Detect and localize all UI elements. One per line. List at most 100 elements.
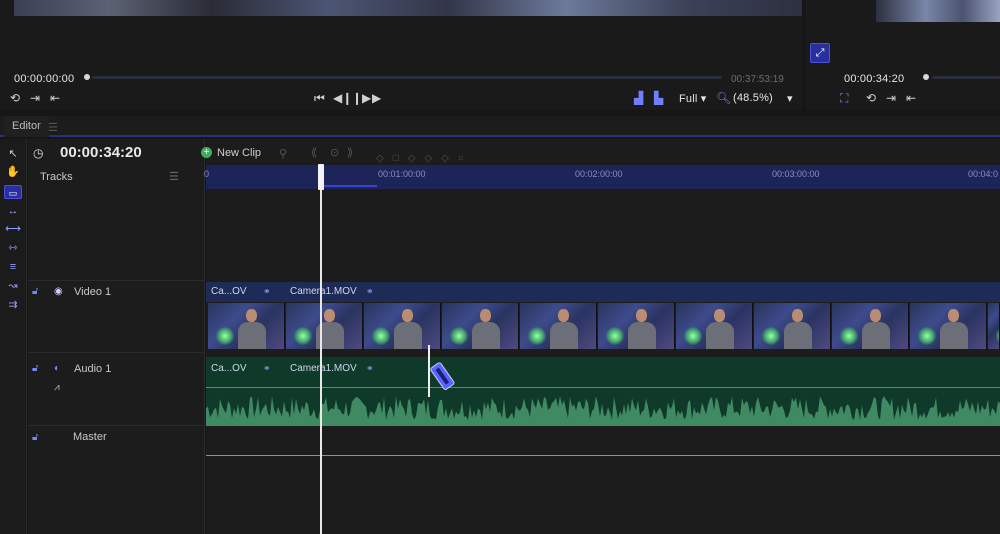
pointer-icon[interactable]: ↖ xyxy=(4,147,22,161)
record-video-frame xyxy=(876,0,1000,22)
ruler-range-marker xyxy=(322,185,377,187)
curve-icon[interactable]: ↝ xyxy=(4,279,22,293)
source-viewer: 00:00:00:00 00:37:53:19 ⟲ ⇥ ⇤ ⏮ ◀❙ ❙▶ ▶ … xyxy=(0,0,802,110)
zoom-mode-select[interactable]: Full ▾ xyxy=(679,92,707,105)
magnet-icon[interactable]: ⚲ xyxy=(279,147,287,160)
audio-track-name: Audio 1 xyxy=(74,363,112,375)
keyframe-diamond-icon[interactable]: ◇ xyxy=(408,153,416,164)
video-thumbnail xyxy=(988,303,1000,349)
transform-icon[interactable]: ⤢ xyxy=(810,43,830,63)
tracks-label: Tracks xyxy=(40,171,73,183)
audio-clip-label[interactable]: Ca...OV xyxy=(211,363,247,374)
playhead-handle[interactable] xyxy=(318,164,324,190)
record-mark-out-icon[interactable]: ⇥ xyxy=(886,91,896,105)
editor-tabbar: Editor ☰ xyxy=(0,116,1000,137)
mark-in-icon[interactable]: ⇤ xyxy=(50,91,60,105)
video-lock-icon[interactable]: 🔓︎ xyxy=(32,286,38,297)
play-icon[interactable]: ▶ xyxy=(372,91,381,105)
source-end-timecode: 00:37:53:19 xyxy=(731,74,784,85)
loop-icon[interactable]: ⟲ xyxy=(10,91,20,105)
video-thumbnail xyxy=(364,303,441,349)
video-thumbnail xyxy=(598,303,675,349)
add-keyframe-icon[interactable]: ⊙ xyxy=(330,146,339,159)
video-thumbnail xyxy=(910,303,987,349)
slide-icon[interactable]: ⟷ xyxy=(4,222,22,236)
zoom-mode-label: Full xyxy=(679,93,698,105)
track-header-column xyxy=(28,139,205,534)
audio-lock-icon[interactable]: 🔓︎ xyxy=(32,363,38,374)
step-back-icon[interactable]: ◀❙ xyxy=(333,91,352,105)
master-lock-icon[interactable]: 🔓︎ xyxy=(32,432,38,443)
audio-clip-label[interactable]: Camera1.MOV xyxy=(290,363,357,374)
video-thumbnail xyxy=(520,303,597,349)
tab-editor[interactable]: Editor xyxy=(4,116,49,137)
ruler-label: 00:03:00:00 xyxy=(772,169,820,179)
ruler-label: 00:02:00:00 xyxy=(575,169,623,179)
link-icon[interactable]: ⚭ xyxy=(263,286,271,297)
keyframe-tools: ◇ □ ◇ ◇ ◇ ○ xyxy=(376,148,473,166)
keyframe-square-icon[interactable]: □ xyxy=(393,153,399,164)
ruler-label: 0 xyxy=(204,169,210,179)
next-keyframe-icon[interactable]: ⟫ xyxy=(347,146,353,159)
track-select-icon[interactable]: ≡ xyxy=(4,260,22,274)
roll-icon[interactable]: ⇿ xyxy=(4,241,22,255)
record-scrubber[interactable] xyxy=(932,76,1000,79)
keyframe-diamond-icon[interactable]: ◇ xyxy=(424,153,432,164)
video-thumbnail xyxy=(754,303,831,349)
video-thumbnail xyxy=(442,303,519,349)
video-thumbnail xyxy=(676,303,753,349)
zoom-dropdown-icon[interactable]: ▾ xyxy=(787,92,793,105)
slip-icon[interactable]: ↔ xyxy=(4,204,22,218)
ruler-label: 00:04:0 xyxy=(968,169,999,179)
keyframe-circle-icon[interactable]: ○ xyxy=(458,153,464,164)
mark-out-icon[interactable]: ⇥ xyxy=(30,91,40,105)
zoom-icon[interactable]: 🔍︎ xyxy=(716,91,731,105)
video-thumbnail xyxy=(208,303,285,349)
link-icon[interactable]: ⚭ xyxy=(366,286,374,297)
record-viewer: ⤢ 00:00:34:20 ⛶ ⟲ ⇥ ⇤ xyxy=(806,0,1000,110)
audio-level-line xyxy=(206,387,1000,388)
ruler-label: 00:01:00:00 xyxy=(378,169,426,179)
source-scrub-knob[interactable] xyxy=(84,74,90,80)
tracks-menu-icon[interactable]: ☰ xyxy=(169,170,179,183)
video-thumbnail xyxy=(286,303,363,349)
track-divider xyxy=(28,425,205,426)
source-scrubber[interactable] xyxy=(92,76,722,79)
step-forward-icon[interactable]: ❙▶ xyxy=(352,91,371,105)
link-icon[interactable]: ⚭ xyxy=(263,363,271,374)
record-timecode: 00:00:34:20 xyxy=(844,73,905,85)
video-track-name: Video 1 xyxy=(74,286,112,298)
audio-waveform xyxy=(206,396,1000,426)
link-icon[interactable]: ⚭ xyxy=(366,363,374,374)
clock-icon: ◷ xyxy=(33,146,44,160)
move-icon[interactable]: ⇉ xyxy=(4,298,22,312)
video-visibility-icon[interactable]: ◉ xyxy=(54,286,63,297)
go-to-start-icon[interactable]: ⏮ xyxy=(314,91,325,105)
track-divider xyxy=(28,280,205,281)
video-thumbnail xyxy=(832,303,909,349)
overwrite-icon[interactable]: ▟ xyxy=(634,91,643,105)
editor-timecode[interactable]: 00:00:34:20 xyxy=(60,144,142,161)
source-video-frame xyxy=(14,0,802,16)
record-mark-in-icon[interactable]: ⇤ xyxy=(906,91,916,105)
crop-icon[interactable]: ⛶ xyxy=(840,91,848,105)
record-scrub-knob[interactable] xyxy=(923,74,929,80)
waveform-toggle-icon[interactable]: ⩘ xyxy=(54,382,60,393)
razor-icon xyxy=(430,362,455,390)
video-clip-label[interactable]: Camera1.MOV xyxy=(290,286,357,297)
master-level-line xyxy=(206,455,1000,456)
new-clip-icon[interactable]: + xyxy=(201,147,212,158)
keyframe-diamond-icon[interactable]: ◇ xyxy=(441,153,449,164)
playhead-line[interactable] xyxy=(320,165,322,534)
audio-speaker-icon[interactable]: ◐ xyxy=(54,363,60,374)
hand-icon[interactable]: ✋ xyxy=(4,165,22,179)
video-clip-label[interactable]: Ca...OV xyxy=(211,286,247,297)
track-divider xyxy=(28,352,205,353)
insert-icon[interactable]: ▙ xyxy=(654,91,663,105)
keyframe-diamond-icon[interactable]: ◇ xyxy=(376,153,384,164)
prev-keyframe-icon[interactable]: ⟪ xyxy=(311,146,317,159)
new-clip-button[interactable]: New Clip xyxy=(217,147,261,159)
record-loop-icon[interactable]: ⟲ xyxy=(866,91,876,105)
tab-menu-icon[interactable]: ☰ xyxy=(48,121,58,134)
ripple-icon[interactable]: ▭ xyxy=(4,185,22,199)
